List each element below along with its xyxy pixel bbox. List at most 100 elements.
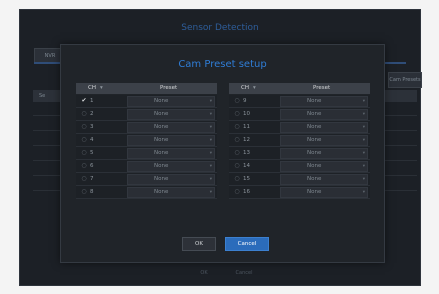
radio-dot-icon[interactable]: ○: [80, 134, 88, 146]
table-row: ○ 8 None ▾: [76, 186, 217, 199]
preset-dropdown[interactable]: None ▾: [280, 187, 368, 198]
radio-dot-icon[interactable]: ○: [80, 186, 88, 198]
cam-presets-button[interactable]: Cam Presets: [388, 72, 422, 88]
channel-number: 12: [243, 137, 250, 143]
background-cancel-button[interactable]: Cancel: [226, 268, 262, 279]
radio-dot-icon[interactable]: ○: [80, 121, 88, 133]
channel-number: 2: [90, 111, 94, 117]
table-row: ○ 3 None ▾: [76, 121, 217, 134]
chevron-down-icon: ▾: [209, 112, 212, 117]
radio-dot-icon[interactable]: ○: [233, 173, 241, 185]
radio-dot-icon[interactable]: ○: [233, 108, 241, 120]
modal-title: Cam Preset setup: [178, 59, 267, 70]
table-row: ○ 4 None ▾: [76, 134, 217, 147]
radio-dot-icon[interactable]: ○: [80, 108, 88, 120]
preset-value: None: [307, 176, 322, 182]
table-row: ✔ 1 None ▾: [76, 95, 217, 108]
channel-number: 16: [243, 189, 250, 195]
preset-dropdown[interactable]: None ▾: [280, 174, 368, 185]
cancel-button[interactable]: Cancel: [225, 237, 269, 251]
screen: Sensor Detection NVR Cam Presets OK Canc…: [0, 0, 439, 294]
chevron-down-icon: ▾: [209, 164, 212, 169]
chevron-down-icon: ▾: [209, 99, 212, 104]
chevron-down-icon: ▾: [362, 177, 365, 182]
radio-dot-icon[interactable]: ○: [233, 95, 241, 107]
preset-value: None: [154, 150, 169, 156]
chevron-down-icon: ▾: [209, 125, 212, 130]
table-row: ○ 14 None ▾: [229, 160, 370, 173]
preset-dropdown[interactable]: None ▾: [127, 96, 215, 107]
preset-value: None: [154, 124, 169, 130]
radio-dot-icon[interactable]: ○: [233, 160, 241, 172]
chevron-down-icon: ▾: [362, 125, 365, 130]
preset-value: None: [307, 150, 322, 156]
table-row: ○ 2 None ▾: [76, 108, 217, 121]
preset-dropdown[interactable]: None ▾: [280, 122, 368, 133]
preset-value: None: [154, 137, 169, 143]
background-header-col: Se: [39, 93, 46, 99]
ok-button[interactable]: OK: [182, 237, 216, 251]
preset-dropdown[interactable]: None ▾: [280, 109, 368, 120]
preset-value: None: [154, 189, 169, 195]
cam-preset-setup-dialog: Cam Preset setup CH ▾ Preset ✔ 1 None ▾ ○ 2 No…: [60, 44, 385, 263]
preset-value: None: [154, 111, 169, 117]
column-preset: Preset: [160, 85, 178, 91]
preset-dropdown[interactable]: None ▾: [280, 161, 368, 172]
preset-dropdown[interactable]: None ▾: [127, 161, 215, 172]
background-ok-button[interactable]: OK: [190, 268, 218, 279]
table-row: ○ 11 None ▾: [229, 121, 370, 134]
checkmark-icon[interactable]: ✔: [80, 95, 88, 107]
preset-value: None: [307, 189, 322, 195]
radio-dot-icon[interactable]: ○: [233, 121, 241, 133]
preset-value: None: [307, 98, 322, 104]
channel-number: 14: [243, 163, 250, 169]
channel-number: 15: [243, 176, 250, 182]
chevron-down-icon: ▾: [362, 151, 365, 156]
preset-dropdown[interactable]: None ▾: [280, 135, 368, 146]
chevron-down-icon: ▾: [209, 151, 212, 156]
channel-number: 9: [243, 98, 247, 104]
table-row: ○ 5 None ▾: [76, 147, 217, 160]
preset-dropdown[interactable]: None ▾: [127, 148, 215, 159]
chevron-down-icon: ▾: [362, 112, 365, 117]
preset-dropdown[interactable]: None ▾: [127, 109, 215, 120]
radio-dot-icon[interactable]: ○: [80, 147, 88, 159]
background-title: Sensor Detection: [181, 23, 259, 33]
channel-number: 3: [90, 124, 94, 130]
preset-value: None: [154, 176, 169, 182]
table-row: ○ 12 None ▾: [229, 134, 370, 147]
preset-dropdown[interactable]: None ▾: [127, 187, 215, 198]
table-row: ○ 9 None ▾: [229, 95, 370, 108]
table-row: ○ 6 None ▾: [76, 160, 217, 173]
sort-arrow-icon[interactable]: ▾: [100, 83, 103, 94]
column-preset: Preset: [313, 85, 331, 91]
table-row: ○ 16 None ▾: [229, 186, 370, 199]
radio-dot-icon[interactable]: ○: [233, 147, 241, 159]
chevron-down-icon: ▾: [362, 99, 365, 104]
channel-number: 13: [243, 150, 250, 156]
channel-number: 11: [243, 124, 250, 130]
preset-dropdown[interactable]: None ▾: [127, 135, 215, 146]
radio-dot-icon[interactable]: ○: [80, 160, 88, 172]
channel-number: 4: [90, 137, 94, 143]
radio-dot-icon[interactable]: ○: [80, 173, 88, 185]
preset-value: None: [307, 137, 322, 143]
preset-dropdown[interactable]: None ▾: [127, 122, 215, 133]
preset-dropdown[interactable]: None ▾: [127, 174, 215, 185]
chevron-down-icon: ▾: [362, 190, 365, 195]
sort-arrow-icon[interactable]: ▾: [253, 83, 256, 94]
column-ch: CH: [241, 85, 249, 91]
channel-number: 5: [90, 150, 94, 156]
radio-dot-icon[interactable]: ○: [233, 186, 241, 198]
preset-value: None: [154, 98, 169, 104]
chevron-down-icon: ▾: [209, 190, 212, 195]
preset-value: None: [307, 163, 322, 169]
preset-dropdown[interactable]: None ▾: [280, 148, 368, 159]
preset-dropdown[interactable]: None ▾: [280, 96, 368, 107]
preset-value: None: [154, 163, 169, 169]
table-row: ○ 15 None ▾: [229, 173, 370, 186]
table-row: ○ 7 None ▾: [76, 173, 217, 186]
channel-number: 7: [90, 176, 94, 182]
radio-dot-icon[interactable]: ○: [233, 134, 241, 146]
table-row: ○ 13 None ▾: [229, 147, 370, 160]
